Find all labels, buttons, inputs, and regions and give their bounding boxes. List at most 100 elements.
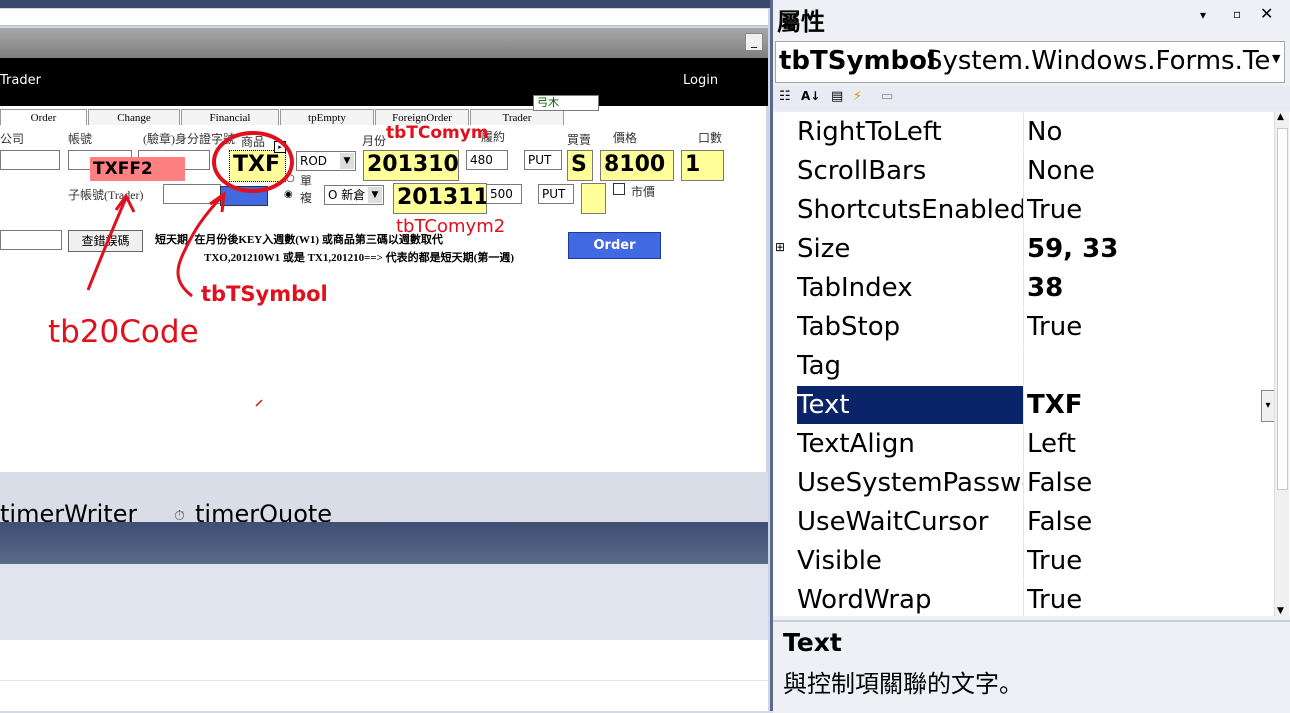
property-value[interactable]	[1027, 347, 1257, 385]
order-button[interactable]: Order	[568, 232, 661, 259]
comym2-field[interactable]: 201311	[393, 183, 489, 214]
property-name: Tag	[797, 347, 1024, 385]
property-row[interactable]: Size 59, 33 ⊞	[775, 230, 1275, 270]
property-value[interactable]: True	[1027, 581, 1257, 616]
property-name: ShortcutsEnabled	[797, 191, 1024, 229]
property-row[interactable]: ShortcutsEnabled True	[791, 191, 1275, 231]
scroll-up-icon[interactable]: ▲	[1277, 112, 1284, 122]
property-name: UseWaitCursor	[797, 503, 1024, 541]
offset-select[interactable]: O 新倉 ▼	[324, 185, 384, 205]
property-name: Size	[797, 230, 1024, 268]
close-icon[interactable]: ✕	[1260, 4, 1273, 23]
property-name: WordWrap	[797, 581, 1024, 616]
property-name: Visible	[797, 542, 1024, 580]
property-value[interactable]: False	[1027, 464, 1257, 502]
property-row[interactable]: TabIndex 38	[791, 269, 1275, 309]
panel-title-bar: 屬性 ▾ ▫ ✕	[773, 0, 1290, 38]
property-name: RightToLeft	[797, 113, 1024, 151]
login-link[interactable]: Login	[683, 73, 718, 88]
price-field[interactable]: 8100	[600, 150, 674, 181]
strike1-field[interactable]: 480	[466, 150, 508, 170]
property-value[interactable]: Left	[1027, 425, 1257, 463]
chevron-down-icon: ▼	[1272, 52, 1281, 65]
top-strip	[0, 0, 770, 8]
market-price-checkbox[interactable]	[613, 183, 625, 195]
put2-field[interactable]: PUT	[538, 184, 574, 204]
properties-icon[interactable]: ▤	[831, 89, 843, 104]
description-pane: Text 與控制項關聯的文字。	[773, 620, 1290, 713]
panel-toolbar: ☷ A↓ ▤ ⚡ ▭	[773, 86, 1290, 111]
property-value[interactable]: 59, 33	[1027, 230, 1257, 268]
comym-field[interactable]: 201310	[363, 150, 459, 181]
events-icon[interactable]: ⚡	[853, 89, 862, 104]
designer-tab-strip	[0, 9, 768, 26]
property-value[interactable]: 38	[1027, 269, 1257, 307]
annotation-tbtcomym2: tbTComym2	[396, 216, 506, 237]
qty-label: 口數	[698, 131, 723, 145]
property-name: UseSystemPasswordChar	[797, 464, 1024, 502]
annotation-tbtcomym: tbTComym	[386, 123, 489, 143]
timer-quote-component[interactable]: timerQuote	[195, 500, 332, 522]
property-row[interactable]: Text TXF ▾	[791, 386, 1275, 426]
property-value[interactable]: TXF	[1027, 386, 1257, 424]
extra-field[interactable]	[581, 183, 606, 214]
property-name: TabIndex	[797, 269, 1024, 307]
property-row[interactable]: Visible True	[791, 542, 1275, 582]
put1-field[interactable]: PUT	[524, 150, 562, 170]
object-type: System.Windows.Forms.TextBox	[926, 46, 1271, 76]
property-row[interactable]: TabStop True	[791, 308, 1275, 348]
output-pane	[0, 640, 768, 711]
description-text: 與控制項關聯的文字。	[783, 670, 1023, 698]
form-header: Trader Login	[0, 58, 768, 106]
property-grid-scrollbar[interactable]: ▲ ▼	[1274, 112, 1289, 616]
property-name: Text	[797, 386, 1024, 424]
property-value[interactable]: True	[1027, 308, 1257, 346]
qty-field[interactable]: 1	[681, 150, 724, 181]
maximize-icon[interactable]: ▫	[1233, 7, 1241, 21]
property-pages-icon[interactable]: ▭	[881, 89, 893, 104]
object-selector[interactable]: tbTSymbol System.Windows.Forms.TextBox ▼	[775, 41, 1285, 83]
side-field[interactable]: S	[567, 150, 593, 181]
property-name: TabStop	[797, 308, 1024, 346]
property-value[interactable]: No	[1027, 113, 1257, 151]
annotation-strokes	[86, 131, 294, 407]
form-designer: _ Trader Login Order Change Financial tp…	[0, 0, 770, 711]
alphabetical-icon[interactable]: A↓	[801, 89, 820, 103]
chevron-down-icon: ▼	[368, 187, 382, 203]
property-value[interactable]: True	[1027, 542, 1257, 580]
scroll-thumb[interactable]	[1277, 128, 1288, 490]
object-name: tbTSymbol	[779, 46, 936, 76]
property-value[interactable]: None	[1027, 152, 1257, 190]
property-name: TextAlign	[797, 425, 1024, 463]
component-tray: timerWriter ⏱ timerQuote	[0, 472, 768, 524]
form-title-bar	[0, 28, 768, 58]
property-row[interactable]: UseSystemPasswordCharFalse	[791, 464, 1275, 504]
panel-title: 屬性	[777, 8, 825, 36]
value-dropdown-button[interactable]: ▾	[1261, 390, 1275, 422]
strike2-field[interactable]: 500	[486, 184, 522, 204]
property-row[interactable]: Tag	[791, 347, 1275, 387]
property-row[interactable]: UseWaitCursor False	[791, 503, 1275, 543]
property-row[interactable]: TextAlign Left	[791, 425, 1275, 465]
timer-writer-component[interactable]: timerWriter	[0, 500, 137, 522]
property-name: ScrollBars	[797, 152, 1024, 190]
expand-icon[interactable]: ⊞	[775, 240, 785, 254]
property-value[interactable]: True	[1027, 191, 1257, 229]
market-price-label: 市價	[631, 185, 656, 199]
property-row[interactable]: ScrollBars None	[791, 152, 1275, 192]
property-row[interactable]: RightToLeft No	[791, 113, 1275, 153]
header-title: Trader	[0, 73, 41, 88]
property-grid: RightToLeft No ScrollBars None ShortcutsEnab…	[773, 112, 1290, 616]
properties-panel: 屬性 ▾ ▫ ✕ tbTSymbol System.Windows.Forms.…	[770, 0, 1290, 713]
minimize-button[interactable]: _	[745, 33, 763, 51]
buysell-label: 買賣	[567, 133, 592, 147]
price-label: 價格	[613, 131, 638, 145]
property-row[interactable]: WordWrap True	[791, 581, 1275, 616]
dropdown-icon[interactable]: ▾	[1200, 8, 1206, 22]
property-value[interactable]: False	[1027, 503, 1257, 541]
categorized-icon[interactable]: ☷	[779, 89, 791, 104]
scroll-down-icon[interactable]: ▼	[1277, 606, 1284, 616]
description-title: Text	[783, 628, 842, 657]
output-toolbar	[0, 564, 768, 640]
offset-value: O 新倉	[328, 188, 366, 202]
